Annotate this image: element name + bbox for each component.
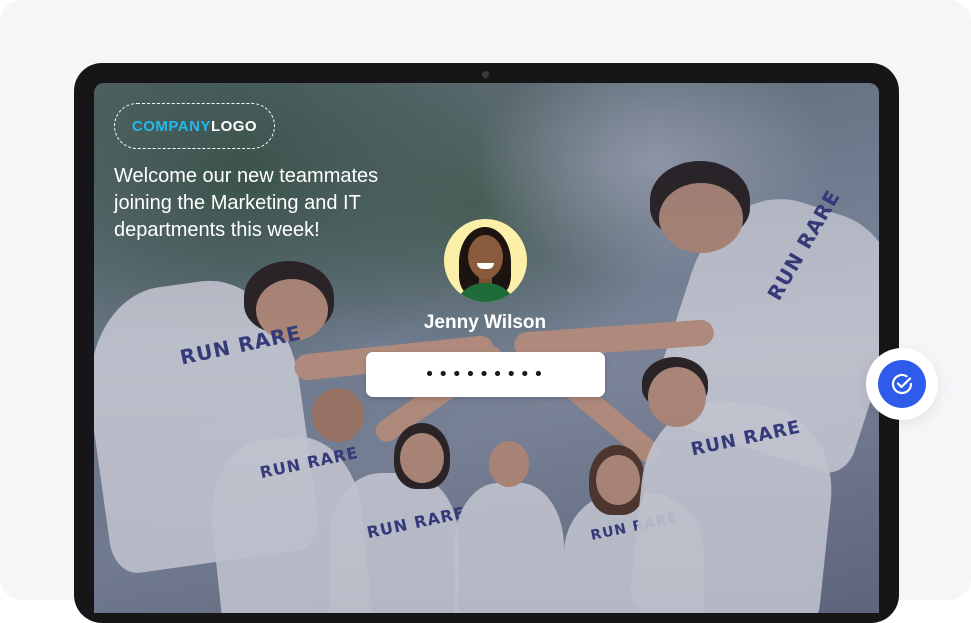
logo-text-company: COMPANY xyxy=(131,117,211,135)
check-circle-icon xyxy=(878,360,926,408)
check-circle-icon-svg xyxy=(891,373,913,395)
user-name: Jenny Wilson xyxy=(423,312,547,333)
confirm-button[interactable] xyxy=(866,348,938,420)
logo-text-logo: LOGO xyxy=(210,117,258,135)
welcome-message: Welcome our new teammates joining the Ma… xyxy=(114,165,379,241)
password-field[interactable] xyxy=(366,352,605,397)
company-logo: COMPANY LOGO xyxy=(114,103,275,149)
avatar xyxy=(444,219,527,302)
camera-dot xyxy=(482,71,489,78)
lock-screen: RUN RARE RUN RARE RUN RARE RUN RARE RUN … xyxy=(94,83,879,613)
